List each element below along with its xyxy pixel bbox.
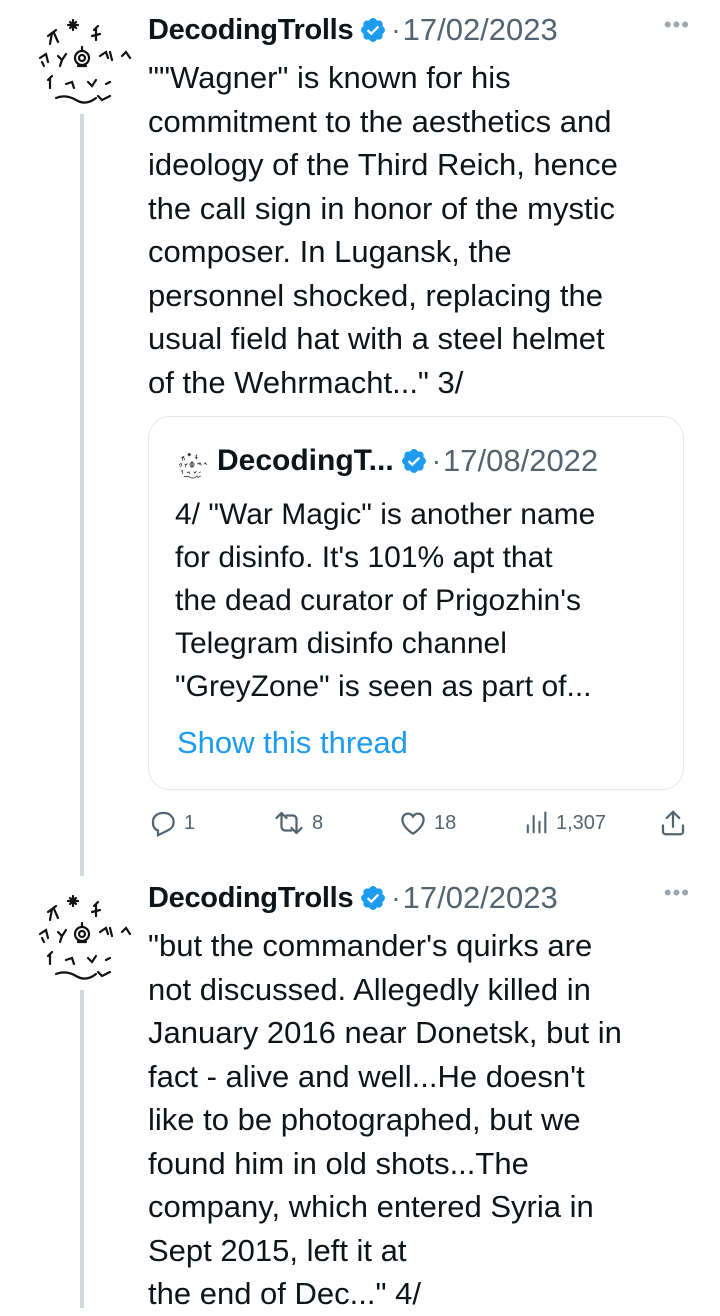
reply-button[interactable]: 1: [148, 808, 195, 838]
author-name[interactable]: DecodingTrolls: [148, 14, 354, 47]
quoted-tweet[interactable]: DecodingT... · 17/08/2022 4/ "War Magic"…: [148, 416, 684, 790]
separator-dot: ·: [431, 445, 442, 476]
quote-avatar: [175, 447, 209, 481]
views-button[interactable]: 1,307: [522, 808, 606, 838]
tweet-date[interactable]: 17/02/2023: [403, 12, 558, 48]
show-thread-link[interactable]: Show this thread: [177, 725, 408, 761]
verified-badge-icon: [361, 886, 386, 910]
thread-line: [80, 114, 84, 878]
like-icon: [401, 812, 425, 835]
retweet-button[interactable]: 8: [272, 808, 323, 838]
separator-dot: ·: [391, 14, 401, 45]
share-button[interactable]: [658, 808, 688, 838]
quote-text: 4/ "War Magic" is another name for disin…: [175, 498, 596, 703]
tweet-header: DecodingTrolls · 17/02/2023 •••: [148, 878, 690, 918]
views-count: 1,307: [556, 811, 607, 834]
thread-line: [80, 990, 84, 1308]
reply-icon: [151, 811, 175, 838]
more-icon[interactable]: •••: [664, 880, 690, 906]
quote-author-name: DecodingT...: [217, 444, 394, 477]
reply-count: 1: [184, 811, 196, 834]
tweet-actions: 1 8 18 1,307: [148, 808, 688, 848]
tweet-date[interactable]: 17/02/2023: [403, 880, 558, 916]
tweet-text: "but the commander's quirks are not disc…: [148, 928, 622, 1311]
like-button[interactable]: 18: [398, 808, 456, 838]
tweet-header: DecodingTrolls · 17/02/2023 •••: [148, 10, 690, 50]
like-count: 18: [434, 811, 457, 834]
more-icon[interactable]: •••: [664, 12, 690, 38]
views-icon: [526, 811, 547, 834]
verified-badge-icon: [361, 18, 386, 42]
tweet[interactable]: DecodingTrolls · 17/02/2023 ••• "but the…: [0, 868, 720, 1311]
retweet-count: 8: [312, 811, 324, 834]
share-icon: [661, 810, 685, 836]
verified-badge-icon: [401, 449, 426, 473]
author-name[interactable]: DecodingTrolls: [148, 882, 354, 915]
retweet-icon: [275, 811, 303, 835]
quote-header: DecodingT... · 17/08/2022: [217, 443, 598, 479]
avatar[interactable]: [26, 876, 138, 988]
separator-dot: ·: [391, 882, 401, 913]
avatar[interactable]: [26, 0, 138, 112]
tweet-text: ""Wagner" is known for his commitment to…: [148, 60, 618, 400]
tweet[interactable]: DecodingTrolls · 17/02/2023 ••• ""Wagner…: [0, 0, 720, 878]
quote-date: 17/08/2022: [443, 443, 599, 478]
